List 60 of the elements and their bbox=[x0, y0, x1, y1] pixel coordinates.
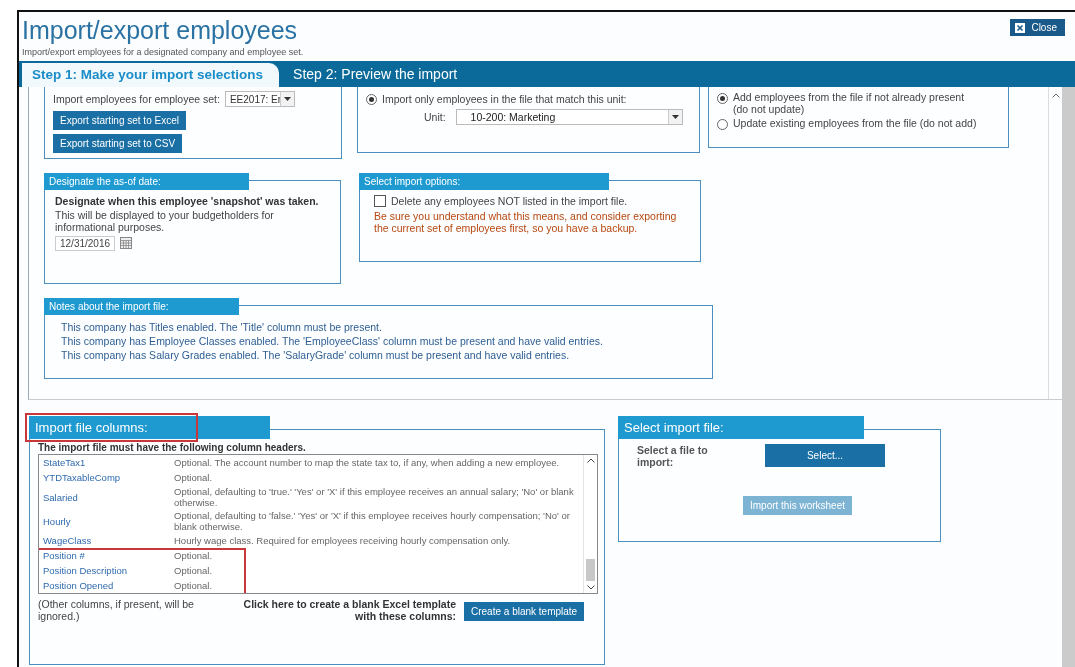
field-label: Unit: bbox=[424, 111, 446, 123]
template-prompt: Click here to create a blank Excel template with these columns: bbox=[242, 598, 456, 622]
column-name: WageClass bbox=[43, 535, 93, 546]
column-description: Optional. bbox=[174, 550, 214, 561]
unit-dropdown[interactable]: 10-200: Marketing bbox=[455, 109, 683, 125]
column-description: Optional, defaulting to 'true.' 'Yes' or 'X' if this employee receives an annual salary; 'No' or blank otherwise. bbox=[174, 486, 574, 508]
note-text: This company has Salary Grades enabled. The 'SalaryGrade' column must be present and have valid entries. bbox=[61, 348, 571, 362]
create-template-button[interactable]: Create a blank template bbox=[464, 602, 585, 621]
column-name: Hourly bbox=[43, 515, 72, 527]
radio-label: Add employees from the file if not already present bbox=[733, 91, 965, 103]
scroll-up-icon[interactable] bbox=[586, 458, 595, 463]
export-button[interactable]: Export starting set to CSV bbox=[53, 134, 183, 153]
close-button[interactable]: Close bbox=[1010, 19, 1065, 36]
radio-button[interactable] bbox=[366, 93, 377, 105]
instruction-text: Designate when this employee 'snapshot' was taken. bbox=[55, 195, 320, 207]
column-name: StateTax1 bbox=[43, 457, 87, 468]
column-description: Optional. bbox=[174, 565, 214, 576]
radio-note: (do not update) bbox=[733, 103, 806, 115]
section-heading: Select import options: bbox=[359, 173, 609, 190]
scrollbar-thumb[interactable] bbox=[586, 559, 595, 581]
column-name: Position Description bbox=[43, 565, 128, 576]
section-heading: Select import file: bbox=[618, 416, 864, 439]
page-subtitle: Import/export employees for a designated company and employee set. bbox=[21, 46, 305, 59]
column-name: YTDTaxableComp bbox=[43, 472, 122, 483]
column-description: Optional. bbox=[174, 472, 214, 483]
column-description: Optional. The account number to map the state tax to, if any, when adding a new employee. bbox=[174, 457, 561, 468]
column-description: Optional. bbox=[174, 580, 214, 591]
select-file-button[interactable]: Select... bbox=[765, 444, 885, 467]
scroll-up-icon[interactable] bbox=[1051, 93, 1060, 98]
footnote-text: (Other columns, if present, will be ignored.) bbox=[38, 598, 195, 622]
radio-label: Import only employees in the file that match this unit: bbox=[382, 93, 627, 105]
warning-text: Be sure you understand what this means, and consider exporting the current set of employees first, so you have a backup. bbox=[374, 210, 678, 234]
field-label: Import employees for employee set: bbox=[53, 93, 220, 105]
column-name: Position Opened bbox=[43, 580, 115, 591]
note-text: This company has Employee Classes enabled. The 'EmployeeClass' column must be present and have valid entries. bbox=[61, 334, 604, 348]
page-title: Import/export employees bbox=[22, 15, 298, 46]
date-field[interactable]: 12/31/2016 bbox=[55, 236, 116, 251]
field-label: Select a file to import: bbox=[637, 444, 709, 468]
radio-label: Update existing employees from the file (do not add) bbox=[733, 117, 977, 129]
description-text: This will be displayed to your budgetholders for informational purposes. bbox=[55, 209, 275, 233]
tab[interactable]: Step 1: Make your import selections bbox=[22, 63, 280, 87]
calendar-icon[interactable] bbox=[120, 236, 133, 251]
dropdown-caret-icon[interactable] bbox=[667, 110, 682, 124]
note-text: This company has Titles enabled. The 'Title' column must be present. bbox=[61, 320, 383, 334]
instruction-text: The import file must have the following column headers. bbox=[38, 442, 307, 453]
tab[interactable]: Step 2: Preview the import bbox=[279, 64, 476, 87]
column-description: Optional, defaulting to 'false.' 'Yes' or 'X' if this employee receives hourly compensation; 'No' or blank otherwise. bbox=[174, 510, 571, 532]
checkbox-label: Delete any employees NOT listed in the import file. bbox=[391, 195, 628, 207]
dropdown-caret-icon[interactable] bbox=[279, 92, 294, 106]
export-button[interactable]: Export starting set to Excel bbox=[53, 111, 186, 130]
radio-button[interactable] bbox=[717, 119, 728, 130]
radio-button[interactable] bbox=[717, 93, 728, 104]
scroll-down-icon[interactable] bbox=[586, 585, 595, 590]
column-name: Position # bbox=[43, 550, 86, 561]
checkbox[interactable] bbox=[374, 195, 386, 207]
column-name: Salaried bbox=[43, 491, 79, 503]
section-heading: Notes about the import file: bbox=[44, 298, 239, 315]
column-description: Hourly wage class. Required for employees receiving hourly compensation only. bbox=[174, 535, 512, 546]
section-heading: Designate the as-of date: bbox=[44, 173, 249, 190]
close-icon bbox=[1015, 22, 1026, 33]
